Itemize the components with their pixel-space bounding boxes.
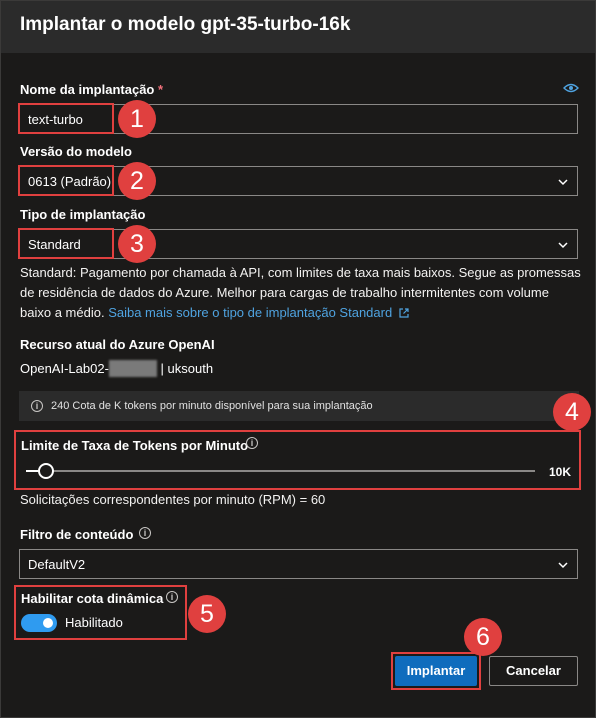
step-badge-3: 3	[118, 225, 156, 263]
highlight-box-3	[18, 228, 114, 259]
info-icon[interactable]: i	[246, 437, 258, 449]
model-version-label: Versão do modelo	[20, 144, 132, 159]
deployment-type-description: Standard: Pagamento por chamada à API, c…	[20, 263, 585, 323]
step-badge-6: 6	[464, 618, 502, 656]
dialog-header: Implantar o modelo gpt-35-turbo-16k	[1, 1, 595, 53]
content-filter-value: DefaultV2	[28, 557, 86, 572]
deployment-type-label: Tipo de implantação	[20, 207, 146, 222]
current-resource-label: Recurso atual do Azure OpenAI	[20, 337, 215, 352]
info-icon[interactable]: i	[139, 527, 151, 539]
external-link-icon[interactable]	[399, 308, 409, 318]
dynamic-quota-toggle[interactable]	[21, 614, 57, 632]
content-filter-label: Filtro de conteúdo	[20, 527, 134, 542]
current-resource-value: OpenAI-Lab02- | uksouth	[20, 360, 213, 377]
dialog-title: Implantar o modelo gpt-35-turbo-16k	[20, 14, 351, 35]
quota-info-bar: i 240 Cota de K tokens por minuto dispon…	[19, 391, 579, 421]
rpm-text: Solicitações correspondentes por minuto …	[20, 492, 326, 507]
required-marker: *	[158, 82, 164, 97]
step-badge-4: 4	[553, 393, 591, 431]
rate-limit-value: 10K	[549, 465, 572, 479]
description-line-3-text: baixo a médio.	[20, 305, 105, 320]
info-icon: i	[31, 400, 43, 412]
step-badge-2: 2	[118, 162, 156, 200]
rate-limit-label: Limite de Taxa de Tokens por Minuto	[21, 438, 249, 453]
description-line-2: de residência de dados do Azure. Melhor …	[20, 285, 549, 300]
info-icon[interactable]: i	[166, 591, 178, 603]
step-badge-5: 5	[188, 595, 226, 633]
chevron-down-icon	[558, 562, 568, 569]
step-badge-1: 1	[118, 100, 156, 138]
redacted-block	[108, 360, 157, 377]
resource-region: | uksouth	[160, 361, 214, 376]
dynamic-quota-toggle-label: Habilitado	[65, 615, 123, 630]
rate-limit-slider-track[interactable]	[26, 470, 535, 472]
resource-name-prefix: OpenAI-Lab02-	[20, 361, 109, 376]
deploy-button[interactable]: Implantar	[395, 656, 477, 686]
chevron-down-icon	[558, 242, 568, 249]
description-line-3: baixo a médio. Saiba mais sobre o tipo d…	[20, 303, 585, 323]
highlight-box-1	[18, 103, 114, 134]
learn-more-link[interactable]: Saiba mais sobre o tipo de implantação S…	[108, 305, 392, 320]
content-filter-select[interactable]: DefaultV2	[19, 549, 578, 579]
rate-limit-slider-thumb[interactable]	[38, 463, 54, 479]
dynamic-quota-label: Habilitar cota dinâmica	[21, 591, 164, 606]
quota-info-text: 240 Cota de K tokens por minuto disponív…	[51, 400, 373, 412]
deployment-name-label: Nome da implantação *	[20, 82, 163, 97]
eye-icon[interactable]	[563, 82, 579, 94]
chevron-down-icon	[558, 179, 568, 186]
deployment-name-label-text: Nome da implantação	[20, 82, 155, 97]
cancel-button[interactable]: Cancelar	[489, 656, 578, 686]
description-line-1: Standard: Pagamento por chamada à API, c…	[20, 265, 581, 280]
highlight-box-2	[18, 165, 114, 196]
deploy-model-dialog: Implantar o modelo gpt-35-turbo-16k Nome…	[0, 0, 596, 718]
toggle-knob	[43, 618, 53, 628]
